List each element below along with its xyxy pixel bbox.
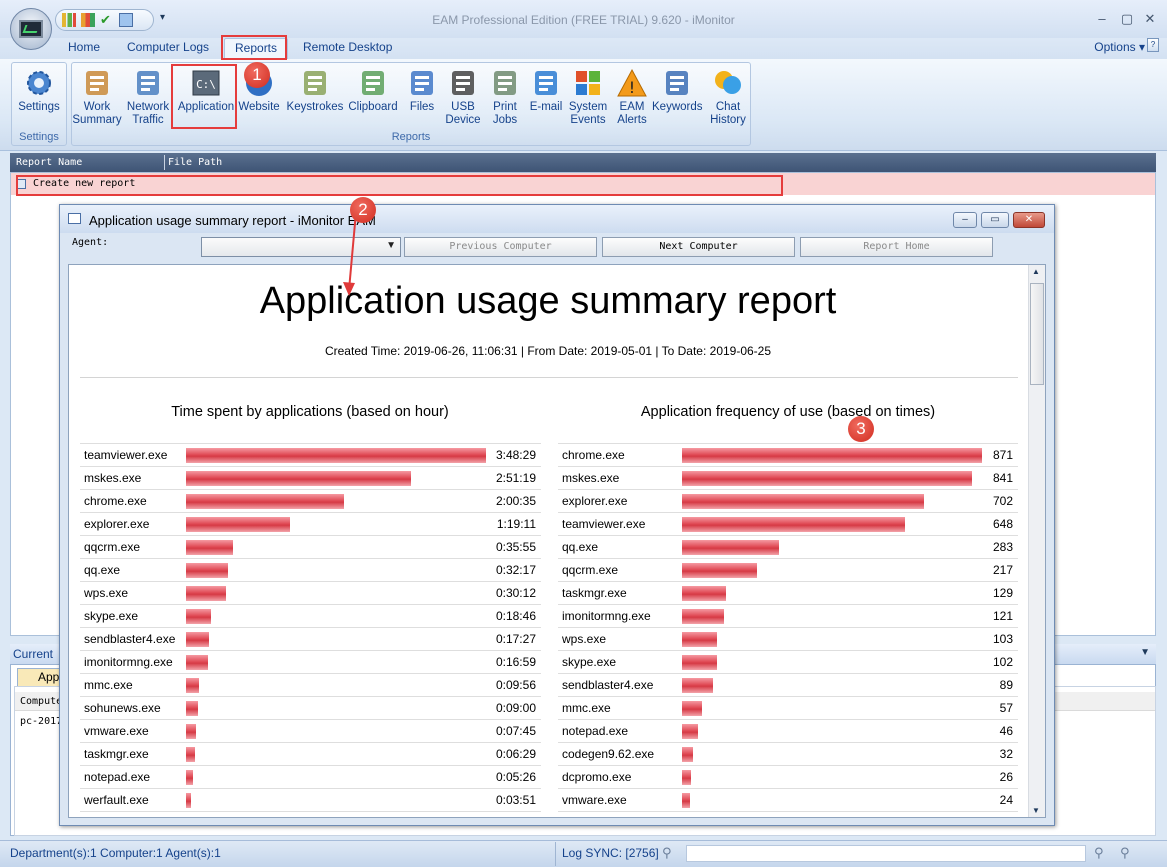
annotation-arrow [343,211,357,296]
step-badge-2: 2 [350,197,376,223]
step-badge-3: 3 [848,416,874,442]
step-badge-1: 1 [244,62,270,88]
